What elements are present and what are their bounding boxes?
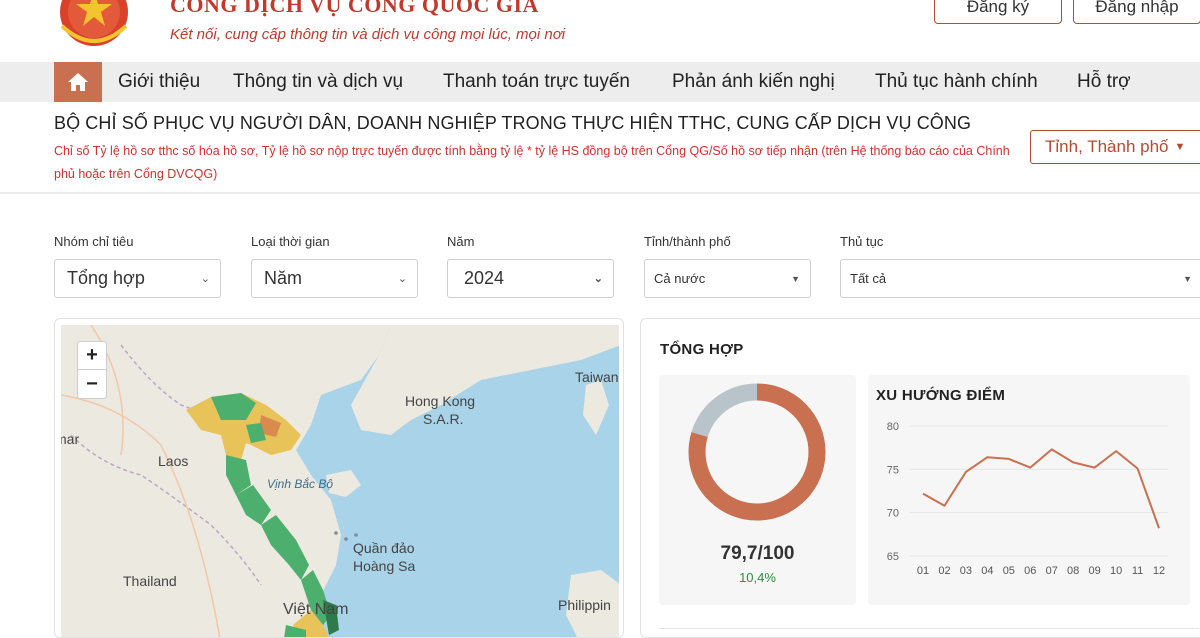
page-description: Chỉ số Tỷ lệ hồ sơ tthc số hóa hồ sơ, Tỷ…	[54, 144, 1010, 181]
home-button[interactable]	[54, 62, 102, 102]
trend-point[interactable]	[1136, 466, 1140, 470]
score-donut-chart	[688, 383, 826, 521]
x-tick-label: 11	[1132, 565, 1143, 577]
register-button[interactable]: Đăng ký	[934, 0, 1062, 24]
trend-series-line	[922, 448, 1160, 529]
trend-point[interactable]	[1007, 457, 1011, 461]
filter-label-province: Tỉnh/thành phố	[644, 234, 731, 249]
map-label-sar: S.A.R.	[423, 411, 464, 427]
map-label-paracel-2: Hoàng Sa	[353, 558, 416, 574]
summary-panel: TỔNG HỢP 79,7/100 10,4% XU HƯỚNG ĐIỂM 65…	[640, 318, 1200, 638]
nav-item-gioi-thieu[interactable]: Giới thiệu	[118, 62, 200, 102]
year-select[interactable]: 2024 ⌄	[447, 259, 614, 298]
trend-point[interactable]	[1093, 466, 1097, 470]
trend-point[interactable]	[1071, 460, 1075, 464]
caret-down-icon: ▼	[1183, 274, 1192, 284]
x-tick-label: 08	[1067, 565, 1079, 577]
nav-item-thong-tin-dich-vu[interactable]: Thông tin và dịch vụ	[233, 62, 403, 102]
year-value: 2024	[464, 268, 505, 288]
divider	[0, 192, 1200, 194]
chevron-down-icon: ⌄	[200, 273, 210, 285]
nav-item-ho-tro[interactable]: Hỗ trợ	[1077, 62, 1131, 102]
x-tick-label: 12	[1153, 565, 1165, 577]
zoom-controls: + −	[77, 341, 107, 399]
map-label-thailand: Thailand	[123, 573, 177, 589]
trend-point[interactable]	[1050, 447, 1054, 451]
nav-item-thu-tuc[interactable]: Thủ tục hành chính	[875, 62, 1038, 102]
time-type-select[interactable]: Năm ⌄	[251, 259, 418, 298]
map-panel: + − Hong Kong S.A.R. Taiwan mar Laos Vịn…	[54, 318, 624, 638]
trend-point[interactable]	[1028, 466, 1032, 470]
x-tick-label: 05	[1003, 565, 1015, 577]
province-filter-value: Cả nước	[654, 271, 706, 286]
x-tick-label: 03	[960, 565, 972, 577]
map-label-vietnam: Việt Nam	[283, 601, 349, 618]
y-tick-label: 65	[887, 551, 899, 563]
score-change: 10,4%	[739, 570, 776, 585]
map-label-gulf-of-tonkin: Vịnh Bắc Bộ	[267, 477, 334, 491]
x-tick-label: 01	[917, 565, 929, 577]
trend-line-chart: 65 70 75 80 01 02 03 04 05 06 07 08 09 10 11 12	[887, 421, 1168, 577]
map-label-taiwan: Taiwan	[575, 369, 619, 385]
divider	[659, 628, 1199, 629]
summary-title: TỔNG HỢP	[660, 341, 744, 358]
map-graphic	[61, 325, 619, 637]
filter-label-indicator-group: Nhóm chỉ tiêu	[54, 234, 134, 249]
map-label-myanmar: mar	[61, 431, 80, 447]
province-filter-select[interactable]: Cả nước ▼	[644, 259, 811, 298]
chevron-down-icon: ⌄	[397, 273, 407, 285]
trend-point[interactable]	[1157, 526, 1161, 530]
time-type-value: Năm	[264, 268, 303, 288]
trend-point[interactable]	[964, 470, 968, 474]
score-value: 79,7/100	[720, 543, 795, 564]
trend-point[interactable]	[921, 492, 925, 496]
province-select[interactable]: Tỉnh, Thành phố ▼	[1030, 130, 1200, 164]
filter-label-year: Năm	[447, 234, 475, 249]
zoom-in-button[interactable]: +	[78, 342, 106, 370]
filter-label-time-type: Loại thời gian	[251, 234, 330, 249]
province-map[interactable]: + − Hong Kong S.A.R. Taiwan mar Laos Vịn…	[61, 325, 619, 637]
x-tick-label: 09	[1089, 565, 1101, 577]
login-button[interactable]: Đăng nhập	[1073, 0, 1200, 24]
trend-point[interactable]	[942, 504, 946, 508]
nav-item-thanh-toan[interactable]: Thanh toán trực tuyến	[443, 62, 630, 102]
map-label-hongkong: Hong Kong	[405, 393, 476, 409]
trend-point[interactable]	[1114, 449, 1118, 453]
procedure-select[interactable]: Tất cả ▼	[840, 259, 1200, 298]
y-tick-label: 75	[887, 464, 899, 476]
indicator-group-select[interactable]: Tổng hợp ⌄	[54, 259, 221, 298]
map-label-paracel-1: Quần đảo	[353, 540, 415, 556]
nav-item-phan-anh[interactable]: Phản ánh kiến nghị	[672, 62, 835, 102]
caret-down-icon: ▼	[791, 274, 800, 284]
score-card: 79,7/100 10,4%	[659, 375, 856, 605]
caret-down-icon: ▼	[1174, 141, 1186, 153]
x-tick-label: 10	[1110, 565, 1122, 577]
x-tick-label: 06	[1024, 565, 1036, 577]
x-tick-label: 02	[938, 565, 950, 577]
filter-label-procedure: Thủ tục	[840, 234, 884, 249]
national-emblem-logo[interactable]	[52, 0, 136, 46]
procedure-value: Tất cả	[850, 271, 887, 286]
map-label-philippines: Philippin	[558, 597, 611, 613]
main-nav: Giới thiệu Thông tin và dịch vụ Thanh to…	[0, 62, 1200, 102]
y-tick-label: 80	[887, 421, 899, 433]
trend-point[interactable]	[985, 455, 989, 459]
trend-card: XU HƯỚNG ĐIỂM 65 70 75 80 01 02 03 04 05 06 07 08 09…	[868, 375, 1190, 605]
y-tick-label: 70	[887, 508, 899, 520]
x-tick-label: 04	[981, 565, 993, 577]
site-tagline: Kết nối, cung cấp thông tin và dịch vụ c…	[170, 26, 566, 43]
province-select-label: Tỉnh, Thành phố	[1045, 137, 1169, 156]
indicator-group-value: Tổng hợp	[67, 268, 145, 288]
map-label-laos: Laos	[158, 453, 189, 469]
home-icon	[68, 73, 88, 91]
site-title: CỔNG DỊCH VỤ CÔNG QUỐC GIA	[170, 0, 539, 17]
x-tick-label: 07	[1046, 565, 1058, 577]
site-header: CỔNG DỊCH VỤ CÔNG QUỐC GIA Kết nối, cung…	[0, 0, 1200, 62]
zoom-out-button[interactable]: −	[78, 370, 106, 398]
chevron-down-icon: ⌄	[593, 273, 603, 285]
page-title: BỘ CHỈ SỐ PHỤC VỤ NGƯỜI DÂN, DOANH NGHIỆ…	[54, 113, 972, 133]
